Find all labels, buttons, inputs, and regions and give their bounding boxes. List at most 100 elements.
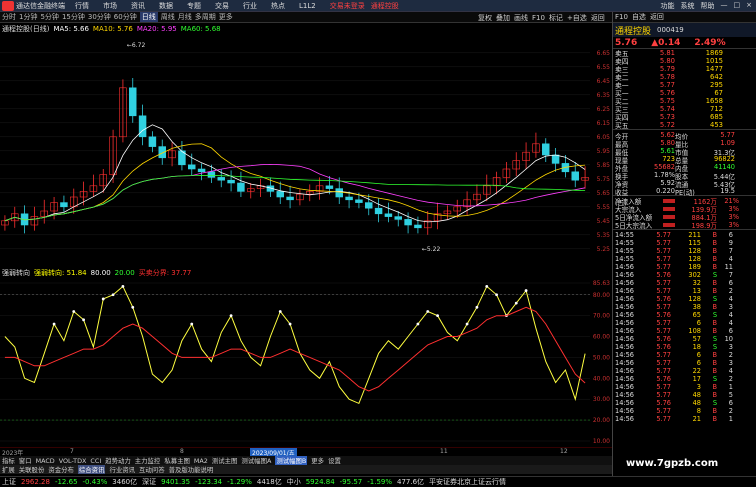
menu-item-trade[interactable]: 交易 [215, 1, 229, 11]
price-tick-label: 6.65 [597, 50, 611, 57]
period-60min[interactable]: 60分钟 [114, 12, 137, 22]
tab-ma2[interactable]: MA2 [194, 457, 208, 465]
tick-row: 14:56 5.77 6 B 4 [613, 319, 756, 327]
price-change: ▲0.14 [651, 37, 681, 48]
menu-item-l1l2[interactable]: L1L2 [299, 2, 316, 10]
tab-settings[interactable]: 设置 [328, 456, 341, 465]
tick-cell: 14:56 [615, 271, 635, 279]
tick-cell: 2 [728, 375, 733, 383]
tick-cell: 32 [692, 279, 701, 287]
tab-test-sub-a[interactable]: 测试幅图A [241, 456, 271, 465]
orderbook-cell: 5.81 [659, 49, 675, 57]
tab-indicator[interactable]: 指标 [2, 456, 15, 465]
indicator-point [278, 310, 282, 313]
candle-body [207, 171, 216, 178]
tab-related-stocks[interactable]: 关联股份 [19, 465, 45, 474]
tab-window[interactable]: 窗口 [19, 456, 32, 465]
tab-extend[interactable]: 扩展 [2, 465, 15, 474]
orderbook-cell: 712 [710, 105, 723, 113]
menu-item-hot[interactable]: 热点 [271, 1, 285, 11]
mark-button[interactable]: 标记 [549, 13, 563, 23]
tab-cci[interactable]: CCI [90, 457, 101, 465]
period-monthly[interactable]: 月线 [178, 12, 192, 22]
candle-body [286, 196, 294, 201]
flow-cell [663, 215, 675, 219]
period-more[interactable]: 更多 [219, 12, 233, 22]
status-item: 4418亿 [256, 478, 282, 486]
orderbook-cell: 5.76 [659, 89, 675, 97]
minimize-icon[interactable]: — [721, 1, 728, 11]
f10-button[interactable]: F10 [532, 14, 545, 22]
tick-row: 14:56 5.77 13 B 2 [613, 287, 756, 295]
menu-item-data[interactable]: 数据 [159, 1, 173, 11]
tick-cell: 5.77 [656, 287, 671, 295]
menu-item-markets[interactable]: 市场 [103, 1, 117, 11]
quote-watchlist-button[interactable]: 自选 [632, 12, 646, 22]
kline-chart[interactable]: 6.65 6.55 6.45 6.35 6.25 6.15 6.05 5.95 5.85 5.75… [0, 33, 612, 263]
close-icon[interactable]: × [746, 1, 752, 11]
tick-cell: B [712, 383, 717, 391]
bid-row[interactable]: 买五 5.72 453 [613, 121, 756, 130]
tab-vol-tdx[interactable]: VOL-TDX [59, 457, 87, 465]
tab-trend-power[interactable]: 趋势动力 [105, 456, 131, 465]
price-change-pct: 2.49% [694, 37, 726, 48]
tick-cell: 21 [692, 415, 701, 423]
tab-qa[interactable]: 互动问答 [139, 465, 165, 474]
indicator-chart[interactable]: 85.63 80.00 70.00 60.00 50.00 40.00 30.00 20.00… [0, 277, 612, 447]
tick-row: 14:56 5.77 21 B 1 [613, 415, 756, 423]
indicator-point [436, 314, 439, 318]
period-5min[interactable]: 5分钟 [40, 12, 58, 22]
stat-cell: 现量 [615, 157, 629, 165]
overlay-button[interactable]: 叠加 [496, 13, 510, 23]
stat-row: 今开 5.62 均价 5.77 [613, 131, 756, 141]
period-intraday[interactable]: 分时 [2, 12, 16, 22]
period-multi[interactable]: 多周期 [195, 12, 216, 22]
menu-item-topics[interactable]: 专题 [187, 1, 201, 11]
stat-cell: 5.62 [660, 131, 675, 139]
sub-tick-label: 10.00 [593, 438, 610, 445]
tab-more[interactable]: 更多 [311, 456, 324, 465]
orderbook-cell: 1015 [705, 57, 723, 65]
tick-list[interactable]: 14:55 5.77 211 B 6 14:55 5.77 115 B 9 14:55 5.77 128… [613, 230, 756, 423]
tab-general-news[interactable]: 综合资讯 [77, 465, 106, 474]
tab-fund-distribution[interactable]: 资金分布 [48, 465, 74, 474]
quote-f10-button[interactable]: F10 [615, 13, 628, 21]
candle-body [217, 177, 225, 181]
tab-test-main[interactable]: 测试主图 [212, 456, 238, 465]
quote-back-button[interactable]: 返回 [650, 12, 664, 22]
period-weekly[interactable]: 周线 [161, 12, 175, 22]
indicator-header: 强弱转向 强弱转向: 51.84 80.00 20.00 买卖分界: 37.77 [0, 268, 612, 277]
price-tick-label: 6.25 [597, 106, 611, 113]
adjust-button[interactable]: 复权 [478, 13, 492, 23]
tick-cell: B [712, 359, 717, 367]
tick-cell: 5 [728, 391, 733, 399]
tick-cell: 14:56 [615, 399, 635, 407]
tab-macd[interactable]: MACD [36, 457, 55, 465]
tab-main-monitor[interactable]: 主力监控 [135, 456, 161, 465]
period-15min[interactable]: 15分钟 [62, 12, 85, 22]
tab-test-sub-b[interactable]: 测试幅图B [275, 456, 308, 465]
add-watchlist-button[interactable]: +自选 [567, 13, 587, 23]
draw-button[interactable]: 画线 [514, 13, 528, 23]
tab-private-main[interactable]: 私募主图 [164, 456, 190, 465]
tab-help[interactable]: 普及版功能说明 [169, 465, 214, 474]
menu-item-market[interactable]: 行情 [75, 1, 89, 11]
indicator-point [475, 305, 479, 309]
current-stock-link[interactable]: 通程控股 [371, 1, 399, 11]
tab-industry-news[interactable]: 行业资讯 [109, 465, 135, 474]
login-status-link[interactable]: 交易未登录 [330, 1, 365, 11]
menu-function[interactable]: 功能 [661, 1, 675, 11]
orderbook-cell: 642 [710, 73, 723, 81]
menu-item-industry[interactable]: 行业 [243, 1, 257, 11]
tick-row: 14:55 5.77 128 B 4 [613, 255, 756, 263]
menu-system[interactable]: 系统 [681, 1, 695, 11]
tick-cell: 38 [692, 303, 701, 311]
maximize-icon[interactable]: □ [734, 1, 741, 11]
menu-item-news[interactable]: 资讯 [131, 1, 145, 11]
stat-cell: 内盘 [675, 165, 689, 173]
period-daily[interactable]: 日线 [139, 12, 158, 22]
period-30min[interactable]: 30分钟 [88, 12, 111, 22]
menu-help[interactable]: 帮助 [701, 1, 715, 11]
period-1min[interactable]: 1分钟 [19, 12, 37, 22]
back-button[interactable]: 返回 [591, 13, 605, 23]
